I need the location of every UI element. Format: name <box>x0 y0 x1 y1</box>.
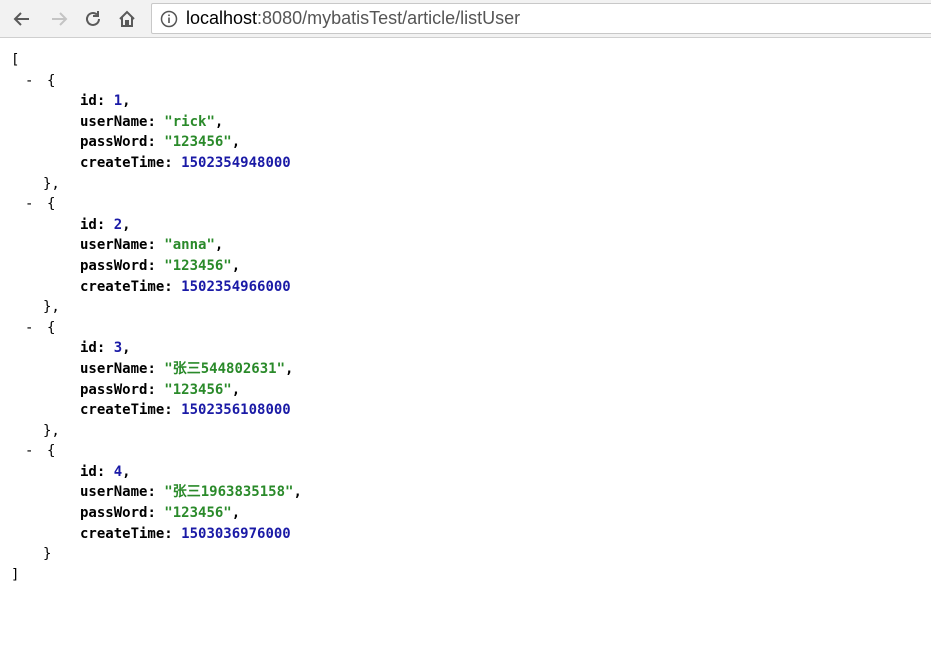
key-id: id <box>80 340 97 357</box>
value-id: 4 <box>113 463 123 480</box>
key-passWord: passWord <box>80 381 148 398</box>
browser-toolbar: localhost:8080/mybatisTest/article/listU… <box>0 0 931 38</box>
value-passWord: "123456" <box>164 134 232 151</box>
value-createTime: 1503036976000 <box>181 525 291 542</box>
value-id: 3 <box>113 340 123 357</box>
object-open-brace: { <box>47 196 56 213</box>
object-close-brace: }, <box>43 422 60 439</box>
value-createTime: 1502354948000 <box>181 154 291 171</box>
key-id: id <box>80 216 97 233</box>
open-bracket: [ <box>11 52 20 68</box>
key-passWord: passWord <box>80 257 148 274</box>
info-icon[interactable] <box>160 10 178 28</box>
key-passWord: passWord <box>80 134 148 151</box>
key-userName: userName <box>80 484 148 501</box>
object-open-brace: { <box>47 319 56 336</box>
value-userName: "anna" <box>164 237 215 254</box>
key-createTime: createTime <box>80 278 165 295</box>
value-userName: "张三1963835158" <box>164 484 294 501</box>
reload-icon <box>86 11 100 26</box>
object-open-brace: { <box>47 443 56 460</box>
key-userName: userName <box>80 237 148 254</box>
url-host: localhost <box>186 8 258 28</box>
key-id: id <box>80 463 97 480</box>
object-close-brace: }, <box>43 175 60 192</box>
forward-button[interactable] <box>45 5 73 33</box>
value-passWord: "123456" <box>164 381 232 398</box>
json-viewer: [ -{ id: 1, userName: "rick", passWord: … <box>0 38 931 667</box>
forward-arrow-icon <box>52 12 68 26</box>
reload-button[interactable] <box>79 5 107 33</box>
address-bar[interactable]: localhost:8080/mybatisTest/article/listU… <box>151 3 931 34</box>
collapse-toggle[interactable]: - <box>25 441 33 462</box>
value-id: 2 <box>113 216 123 233</box>
back-arrow-icon <box>13 12 29 26</box>
value-createTime: 1502356108000 <box>181 402 291 419</box>
value-passWord: "123456" <box>164 257 232 274</box>
collapse-toggle[interactable]: - <box>25 71 33 92</box>
back-button[interactable] <box>8 5 36 33</box>
key-userName: userName <box>80 360 148 377</box>
object-open-brace: { <box>47 72 56 89</box>
object-close-brace: }, <box>43 299 60 316</box>
object-close-brace: } <box>43 546 52 563</box>
close-bracket: ] <box>11 566 20 583</box>
home-button[interactable] <box>113 5 141 33</box>
value-userName: "rick" <box>164 113 215 130</box>
key-id: id <box>80 93 97 110</box>
value-userName: "张三544802631" <box>164 360 286 377</box>
value-passWord: "123456" <box>164 505 232 522</box>
url-path: :8080/mybatisTest/article/listUser <box>257 8 521 28</box>
collapse-toggle[interactable]: - <box>25 194 33 215</box>
key-passWord: passWord <box>80 505 148 522</box>
value-createTime: 1502354966000 <box>181 278 291 295</box>
collapse-toggle[interactable]: - <box>25 318 33 339</box>
key-userName: userName <box>80 113 148 130</box>
key-createTime: createTime <box>80 525 165 542</box>
value-id: 1 <box>113 93 123 110</box>
home-icon <box>119 10 135 27</box>
key-createTime: createTime <box>80 154 165 171</box>
key-createTime: createTime <box>80 402 165 419</box>
